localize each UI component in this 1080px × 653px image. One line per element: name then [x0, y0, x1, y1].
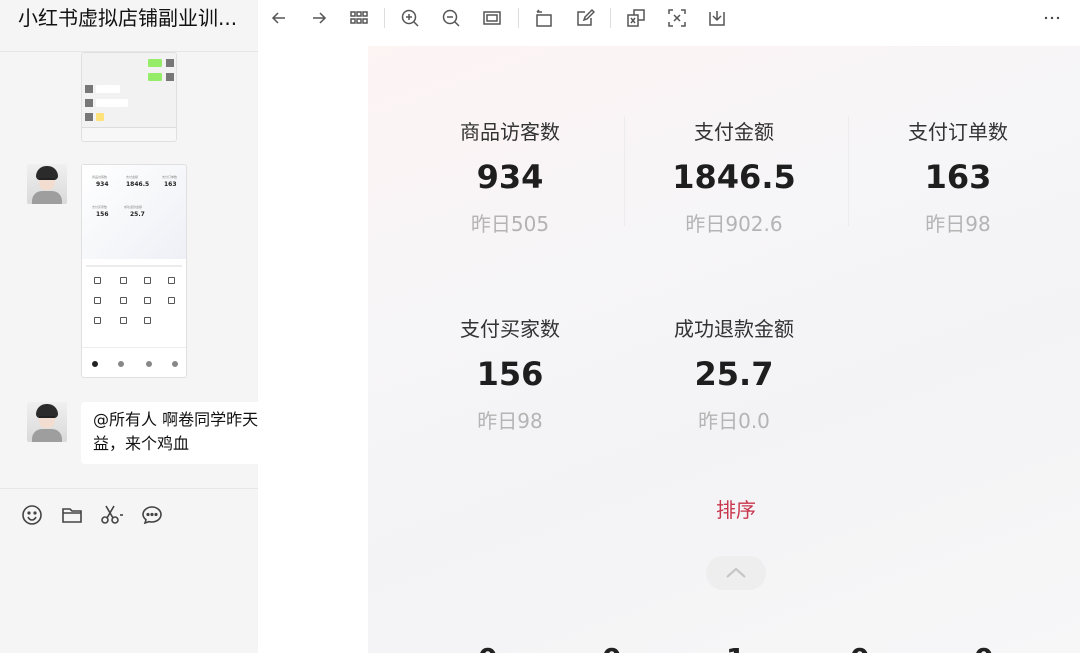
edit-icon[interactable]	[572, 5, 598, 31]
metric-label: 支付订单数	[908, 120, 1008, 144]
chat-panel: 小红书虚拟店铺副业训... 商品访客数 934 支付金额 1846.5 支付订单…	[0, 0, 258, 653]
chat-input-toolbar	[0, 488, 258, 653]
scan-icon[interactable]	[664, 5, 690, 31]
metric-value: 163	[924, 158, 992, 196]
metric-visitors: 商品访客数 934 昨日505	[420, 119, 600, 237]
chat-title[interactable]: 小红书虚拟店铺副业训...	[18, 6, 237, 30]
stat-digit: 0	[478, 642, 497, 653]
rotate-icon[interactable]	[531, 5, 557, 31]
thumb-metric-label: 商品访客数	[92, 175, 108, 179]
collapse-chevron	[706, 556, 766, 590]
grid-icon[interactable]	[346, 5, 372, 31]
chat-bubble-icon[interactable]	[138, 501, 166, 529]
sort-label: 排序	[716, 498, 756, 522]
metric-prev: 昨日98	[925, 212, 991, 236]
thumb-metric-label: 支付订单数	[162, 175, 178, 179]
forward-icon[interactable]	[306, 5, 332, 31]
zoom-in-icon[interactable]	[397, 5, 423, 31]
metric-prev: 昨日505	[470, 212, 550, 236]
dashboard-screenshot-thumbnail[interactable]: 商品访客数 934 支付金额 1846.5 支付订单数 163 支付买家数 15…	[81, 164, 187, 378]
zoom-out-icon[interactable]	[438, 5, 464, 31]
message-list[interactable]: 商品访客数 934 支付金额 1846.5 支付订单数 163 支付买家数 15…	[0, 52, 258, 488]
metric-prev: 昨日98	[477, 409, 543, 433]
thumb-metric-label: 成功退款金额	[124, 205, 143, 209]
metric-value: 156	[476, 355, 544, 393]
metric-label: 成功退款金额	[674, 317, 794, 341]
chat-screenshot-thumbnail[interactable]	[81, 52, 177, 142]
metric-label: 商品访客数	[460, 120, 560, 144]
message-bubble[interactable]: @所有人 啊卷同学昨天 益，来个鸡血	[81, 402, 258, 464]
metric-payment-amount: 支付金额 1846.5 昨日902.6	[644, 119, 824, 237]
image-viewer-toolbar	[258, 0, 1080, 36]
metric-value: 1846.5	[672, 158, 796, 196]
more-icon[interactable]	[1039, 5, 1065, 31]
metric-value: 25.7	[694, 355, 774, 393]
back-icon[interactable]	[266, 5, 292, 31]
message-text: @所有人 啊卷同学昨天 益，来个鸡血	[93, 410, 258, 453]
stat-digit: 0	[602, 642, 621, 653]
chat-header: 小红书虚拟店铺副业训...	[0, 0, 258, 52]
thumb-metric-value: 163	[164, 181, 177, 188]
folder-icon[interactable]	[58, 501, 86, 529]
metric-value: 934	[476, 158, 544, 196]
thumb-metric-value: 156	[96, 211, 109, 218]
metric-label: 支付买家数	[460, 317, 560, 341]
sender-avatar[interactable]	[27, 164, 67, 204]
thumb-metric-value: 25.7	[130, 211, 145, 218]
thumb-metric-value: 934	[96, 181, 109, 188]
metric-prev: 昨日0.0	[698, 409, 770, 433]
dashboard-screenshot: 商品访客数 934 昨日505 支付金额 1846.5 昨日902.6 支付订单…	[368, 46, 1080, 653]
metric-refund-amount: 成功退款金额 25.7 昨日0.0	[644, 316, 824, 434]
download-icon[interactable]	[704, 5, 730, 31]
metric-buyers: 支付买家数 156 昨日98	[420, 316, 600, 434]
metric-prev: 昨日902.6	[685, 212, 783, 236]
stat-digit: 1	[726, 642, 745, 653]
metric-label: 支付金额	[694, 120, 774, 144]
fit-window-icon[interactable]	[479, 5, 505, 31]
metric-orders: 支付订单数 163 昨日98	[868, 119, 1048, 237]
thumb-metric-label: 支付买家数	[92, 205, 108, 209]
thumb-metric-value: 1846.5	[126, 181, 150, 188]
stat-digit: 0	[850, 642, 869, 653]
emoji-icon[interactable]	[18, 501, 46, 529]
sender-avatar[interactable]	[27, 402, 67, 442]
stat-digit: 0	[974, 642, 993, 653]
scissors-icon[interactable]	[98, 501, 126, 529]
translate-icon[interactable]	[623, 5, 649, 31]
thumb-metric-label: 支付金额	[126, 175, 139, 179]
image-viewer[interactable]: 商品访客数 934 昨日505 支付金额 1846.5 昨日902.6 支付订单…	[258, 36, 1080, 653]
